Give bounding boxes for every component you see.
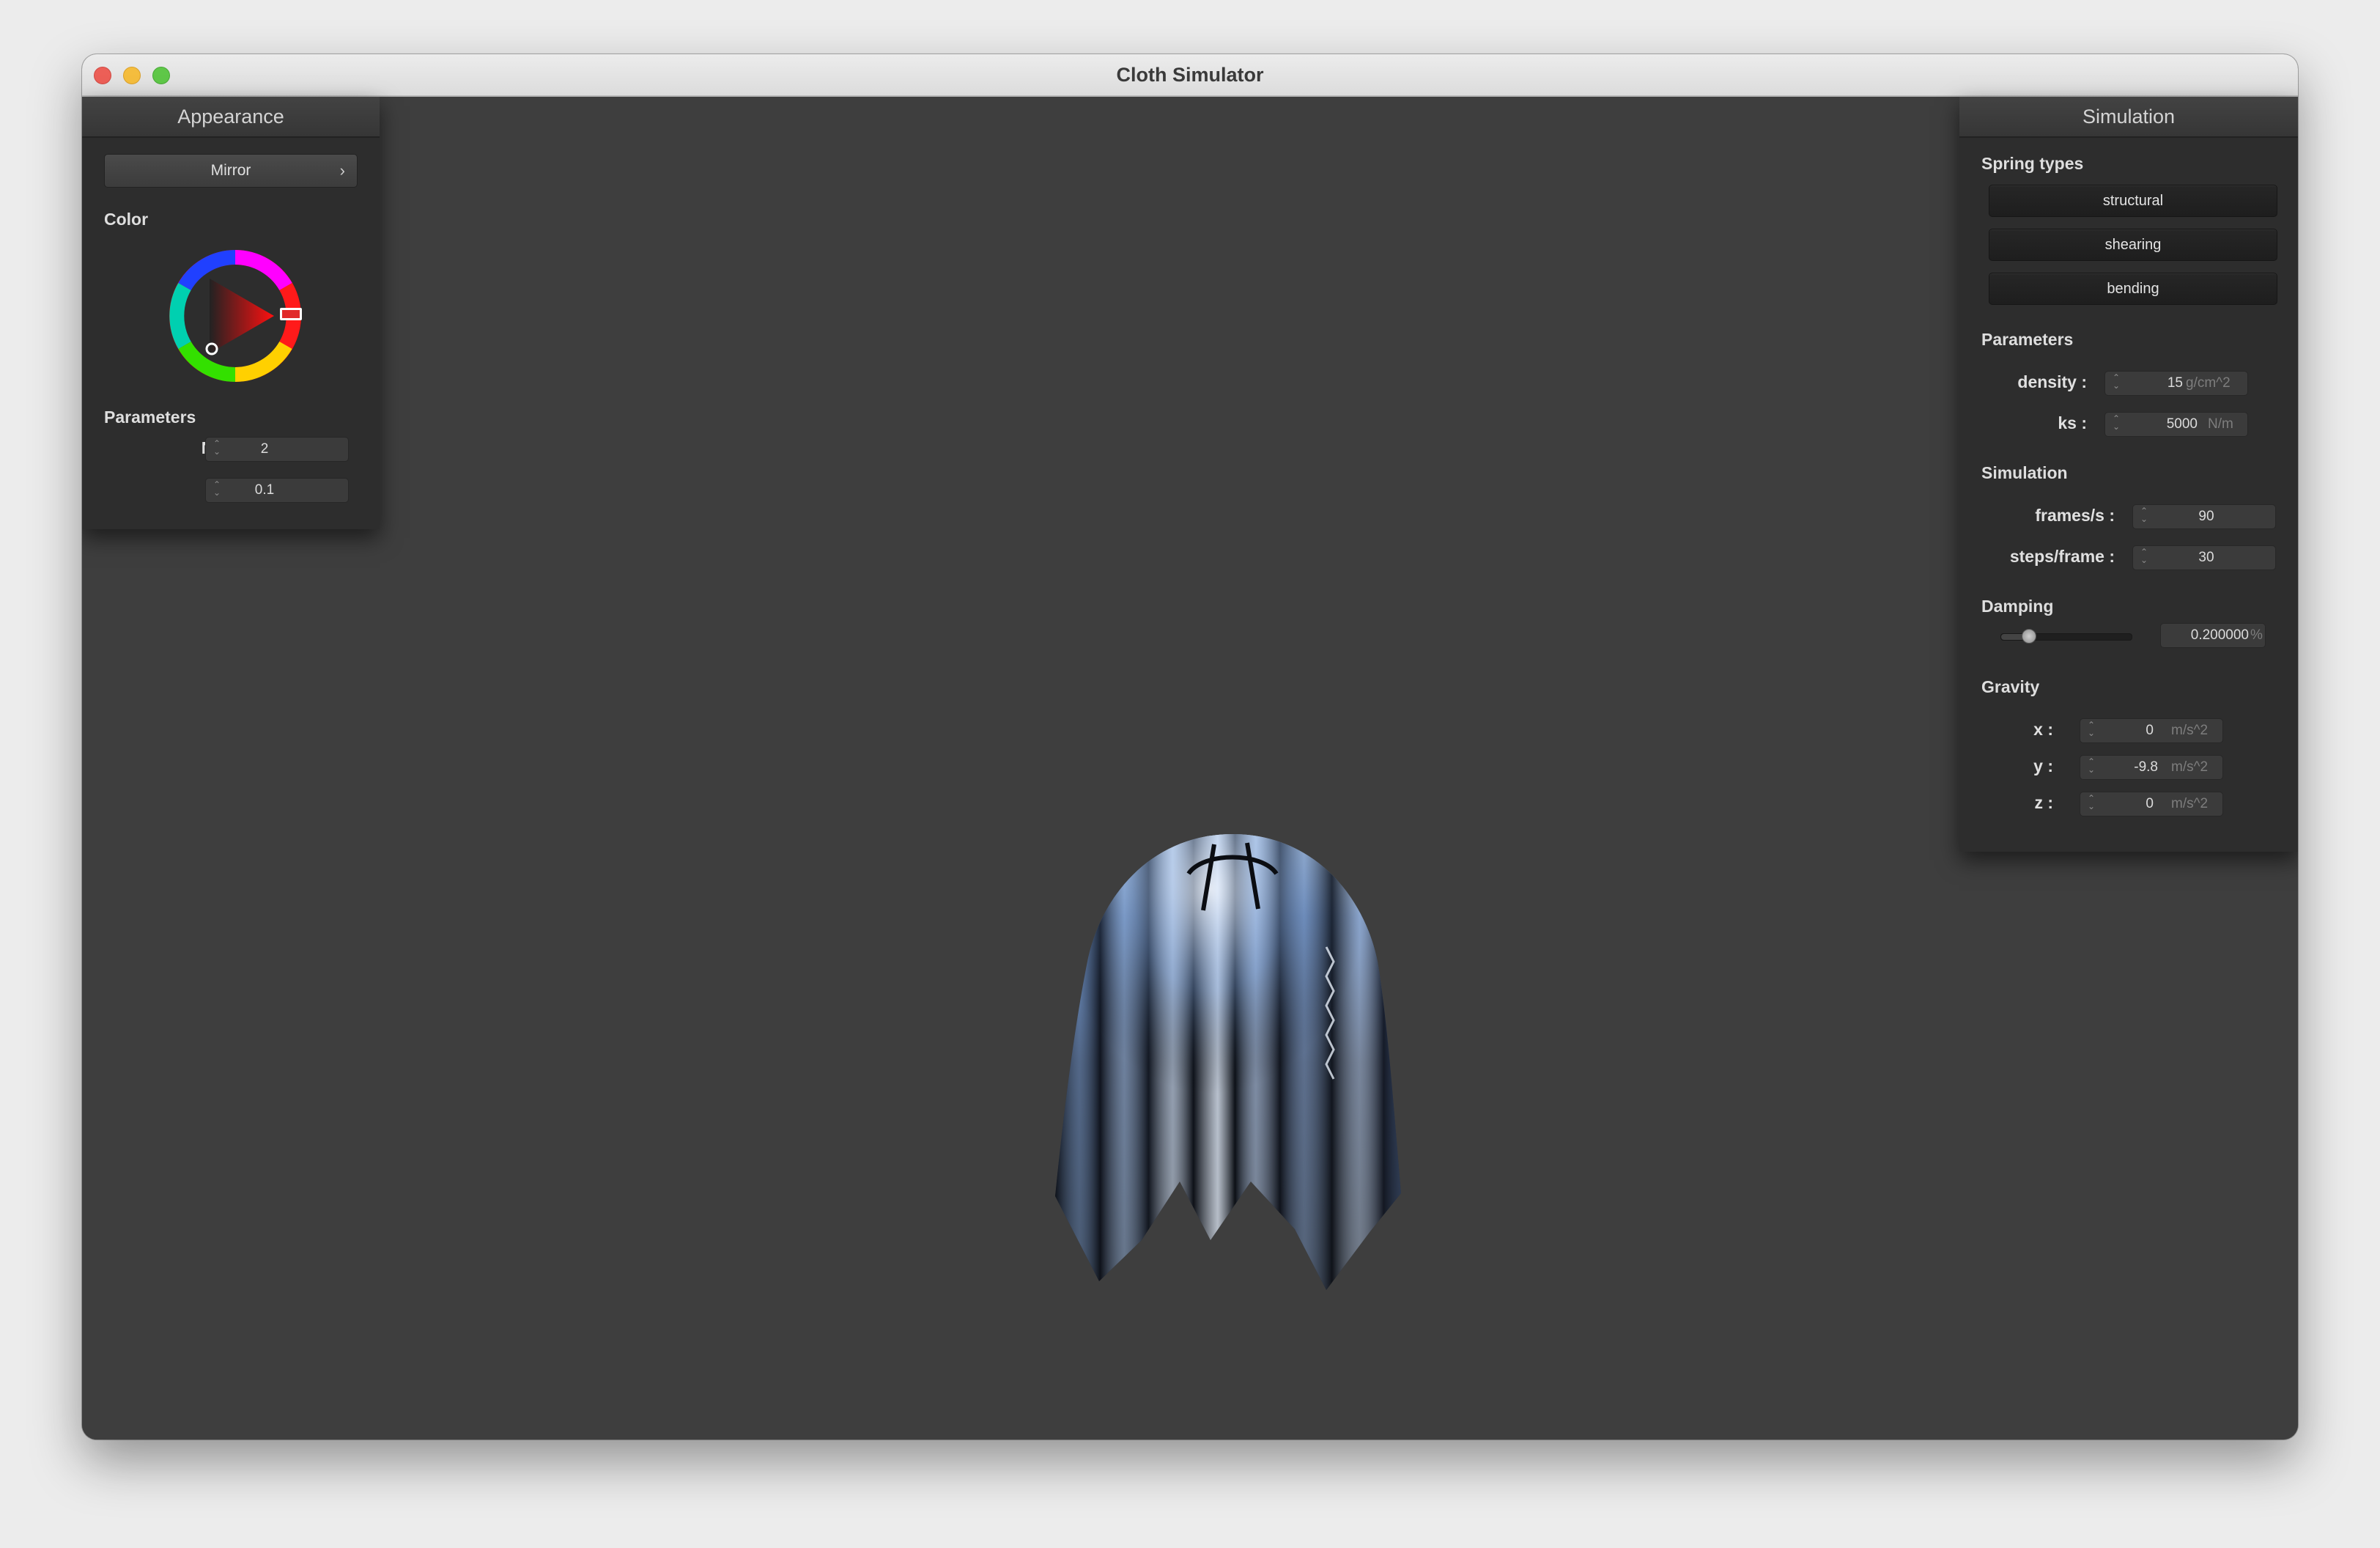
stepper-arrows-icon[interactable]: ⌃ ⌄: [2086, 794, 2096, 814]
stepper-arrows-icon[interactable]: ⌃ ⌄: [212, 480, 222, 500]
stepper-arrows-icon[interactable]: ⌃ ⌄: [2086, 757, 2096, 777]
density-unit: g/cm^2: [2186, 375, 2231, 391]
damping-slider[interactable]: [2000, 629, 2132, 644]
fps-field[interactable]: ⌃ ⌄ 90: [2132, 504, 2276, 529]
gravity-y-label: y :: [2033, 756, 2053, 775]
simulation-panel-title: Simulation: [1959, 97, 2298, 138]
app-window: Cloth Simulator Appearance Mirror › Colo…: [82, 54, 2298, 1440]
title-bar: Cloth Simulator: [82, 54, 2298, 97]
normal-field[interactable]: ⌃ ⌄ 2: [205, 437, 349, 462]
shader-select-value: Mirror: [210, 162, 251, 179]
ks-field[interactable]: ⌃ ⌄ 5000 N/m: [2104, 412, 2248, 437]
stepper-arrows-icon[interactable]: ⌃ ⌄: [212, 439, 222, 459]
stepper-arrows-icon[interactable]: ⌃ ⌄: [2139, 506, 2149, 526]
hue-marker[interactable]: [280, 308, 302, 320]
shearing-toggle[interactable]: shearing: [1989, 229, 2277, 261]
stepper-arrows-icon[interactable]: ⌃ ⌄: [2139, 548, 2149, 567]
density-label: density :: [2017, 372, 2087, 391]
gravity-x-label: x :: [2033, 720, 2053, 739]
stepper-arrows-icon[interactable]: ⌃ ⌄: [2111, 414, 2121, 434]
gravity-y-field[interactable]: ⌃ ⌄ -9.8 m/s^2: [2080, 755, 2223, 780]
simulation-parameters-label: Parameters: [1981, 330, 2074, 349]
appearance-panel: Appearance Mirror › Color Parameters ⌃ ⌄…: [82, 97, 380, 529]
ks-value: 5000: [2166, 416, 2198, 432]
height-field[interactable]: ⌃ ⌄ 0.1: [205, 478, 349, 503]
bending-toggle[interactable]: bending: [1989, 273, 2277, 305]
gravity-x-unit: m/s^2: [2171, 723, 2209, 738]
damping-slider-knob[interactable]: [2022, 629, 2036, 644]
density-value: 15: [2167, 375, 2183, 391]
damping-unit: %: [2250, 627, 2263, 643]
color-section-label: Color: [104, 210, 149, 229]
fps-label: frames/s :: [2035, 506, 2115, 525]
ks-label: ks :: [2058, 413, 2087, 432]
simulation-panel: Simulation Spring types structural shear…: [1959, 97, 2298, 852]
gravity-x-field[interactable]: ⌃ ⌄ 0 m/s^2: [2080, 718, 2223, 743]
stepper-arrows-icon[interactable]: ⌃ ⌄: [2111, 373, 2121, 393]
density-field[interactable]: ⌃ ⌄ 15 g/cm^2: [2104, 371, 2248, 396]
steps-label: steps/frame :: [2009, 547, 2115, 566]
gravity-z-unit: m/s^2: [2171, 796, 2209, 811]
chevron-right-icon: ›: [339, 161, 345, 180]
structural-toggle[interactable]: structural: [1989, 185, 2277, 217]
gravity-z-label: z :: [2034, 793, 2053, 812]
steps-value: 30: [2198, 550, 2214, 565]
gravity-label: Gravity: [1981, 677, 2040, 696]
normal-value: 2: [260, 441, 269, 457]
fps-value: 90: [2198, 509, 2214, 524]
steps-field[interactable]: ⌃ ⌄ 30: [2132, 545, 2276, 570]
ks-unit: N/m: [2208, 416, 2233, 432]
shader-select[interactable]: Mirror ›: [104, 154, 358, 188]
damping-label: Damping: [1981, 597, 2054, 616]
height-value: 0.1: [254, 482, 275, 498]
appearance-panel-title: Appearance: [82, 97, 380, 138]
stepper-arrows-icon[interactable]: ⌃ ⌄: [2086, 720, 2096, 740]
simulation-section-label: Simulation: [1981, 463, 2068, 482]
gravity-y-value: -9.8: [2134, 759, 2158, 775]
gravity-y-unit: m/s^2: [2171, 759, 2209, 775]
damping-value: 0.200000: [2190, 627, 2249, 643]
gravity-x-value: 0: [2146, 723, 2154, 738]
gravity-z-field[interactable]: ⌃ ⌄ 0 m/s^2: [2080, 792, 2223, 817]
gravity-z-value: 0: [2146, 796, 2154, 811]
cloth-mesh: [1055, 834, 1401, 1290]
appearance-parameters-label: Parameters: [104, 408, 196, 427]
window-title: Cloth Simulator: [1116, 64, 1264, 86]
damping-field[interactable]: 0.200000 %: [2160, 623, 2266, 648]
spring-types-label: Spring types: [1981, 154, 2084, 173]
